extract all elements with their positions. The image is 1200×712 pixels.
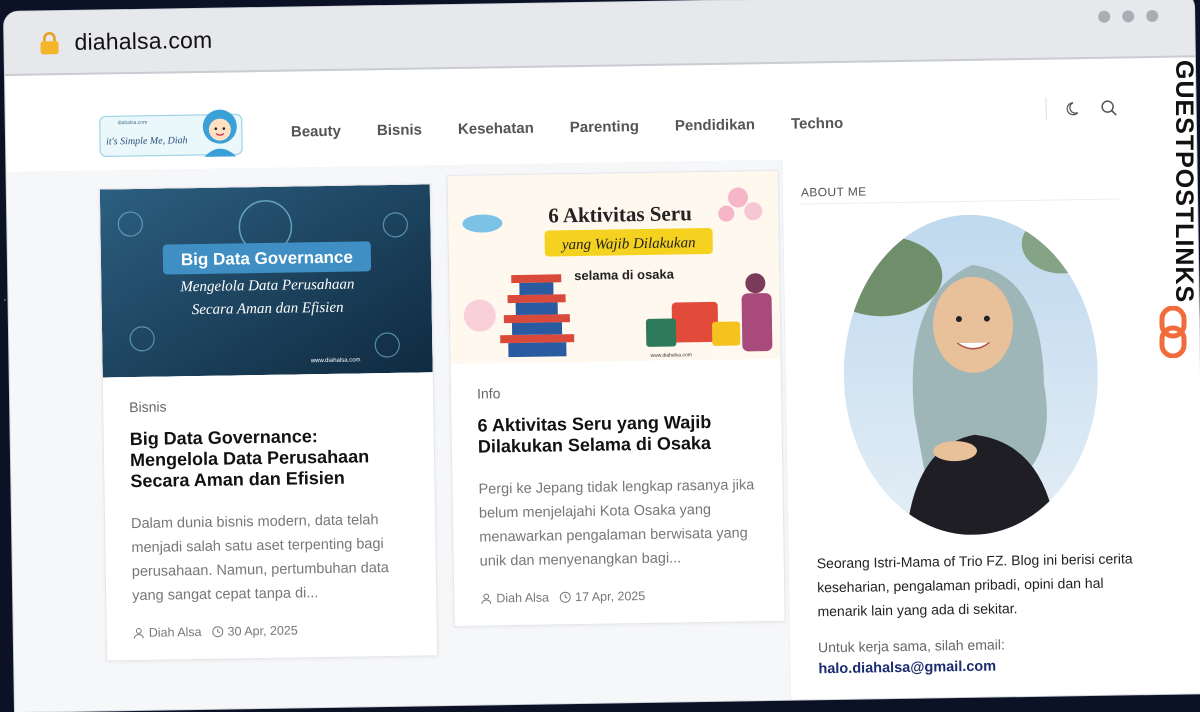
heading-divider <box>801 198 1122 205</box>
date-text: 30 Apr, 2025 <box>227 623 298 639</box>
page-content: diahalsa.com it's Simple Me, Diah Beauty… <box>5 57 1200 712</box>
link-chain-icon <box>1159 306 1187 358</box>
thumb-subtitle: Mengelola Data Perusahaan <box>179 277 354 296</box>
url-text[interactable]: diahalsa.com <box>74 27 212 56</box>
collab-text: Untuk kerja sama, silah email: <box>817 636 1005 656</box>
post-thumbnail[interactable]: Big Data Governance Mengelola Data Perus… <box>99 184 433 378</box>
thumb-line: yang Wajib Dilakukan <box>560 235 696 253</box>
logo-small-text: diahalsa.com <box>118 120 148 126</box>
window-dot[interactable] <box>1098 10 1111 23</box>
post-body: Info 6 Aktivitas Seru yang Wajib Dilakuk… <box>451 359 785 626</box>
nav-item-parenting[interactable]: Parenting <box>570 118 639 136</box>
lock-icon <box>40 32 59 55</box>
nav-item-beauty[interactable]: Beauty <box>291 123 341 141</box>
window-dot[interactable] <box>1146 9 1159 23</box>
post-title[interactable]: Big Data Governance: Mengelola Data Peru… <box>130 425 409 492</box>
author-bio: Seorang Istri-Mama of Trio FZ. Blog ini … <box>816 550 1133 620</box>
contact-email[interactable]: halo.diahalsa@gmail.com <box>818 658 996 677</box>
post-excerpt: Dalam dunia bisnis modern, data telah me… <box>130 512 390 605</box>
post-author[interactable]: Diah Alsa <box>480 591 549 606</box>
sidebar: ABOUT ME Seorang Istri-Mama of Trio FZ. … <box>781 153 1200 712</box>
author-name: Diah Alsa <box>148 624 202 640</box>
post-date: 17 Apr, 2025 <box>559 589 645 604</box>
post-date: 30 Apr, 2025 <box>211 623 298 639</box>
thumb-site: www.diahalsa.com <box>650 352 691 359</box>
author-name: Diah Alsa <box>496 590 550 606</box>
search-icon[interactable] <box>1101 99 1118 116</box>
window-dot[interactable] <box>1122 10 1135 23</box>
post-category[interactable]: Info <box>477 381 755 401</box>
post-thumbnail[interactable]: 6 Aktivitas Seru yang Wajib Dilakukan se… <box>447 170 781 365</box>
nav-item-pendidikan[interactable]: Pendidikan <box>675 116 755 134</box>
post-category[interactable]: Bisnis <box>129 395 407 415</box>
author-photo <box>841 212 1101 537</box>
thumb-title: Big Data Governance <box>181 248 353 270</box>
post-card[interactable]: 6 Aktivitas Seru yang Wajib Dilakukan se… <box>446 169 786 628</box>
post-meta: Diah Alsa 30 Apr, 2025 <box>133 622 411 640</box>
browser-window: diahalsa.com diahalsa.com it's Simple Me… <box>4 0 1200 712</box>
thumb-line: selama di osaka <box>574 266 675 283</box>
date-text: 17 Apr, 2025 <box>574 589 646 605</box>
thumb-subtitle: Secara Aman dan Efisien <box>192 300 344 318</box>
about-me-heading: ABOUT ME <box>800 184 867 200</box>
post-title[interactable]: 6 Aktivitas Seru yang Wajib Dilakukan Se… <box>477 411 756 457</box>
thumb-line: 6 Aktivitas Seru <box>548 201 692 227</box>
user-icon <box>481 593 492 605</box>
header-divider <box>1045 97 1047 120</box>
thumb-site: www.diahalsa.com <box>310 357 361 364</box>
clock-icon <box>559 591 571 603</box>
user-icon <box>133 628 144 639</box>
clock-icon <box>212 626 224 638</box>
window-controls <box>1098 9 1159 23</box>
post-card[interactable]: Big Data Governance Mengelola Data Perus… <box>98 183 439 662</box>
post-author[interactable]: Diah Alsa <box>133 625 202 640</box>
posts-area: Big Data Governance Mengelola Data Perus… <box>6 159 791 712</box>
nav-item-techno[interactable]: Techno <box>791 115 843 133</box>
logo-tagline: it's Simple Me, Diah <box>106 135 188 147</box>
moon-icon[interactable] <box>1066 100 1083 116</box>
site-logo[interactable]: diahalsa.com it's Simple Me, Diah <box>97 100 248 160</box>
header-tools <box>1045 97 1117 120</box>
nav-item-kesehatan[interactable]: Kesehatan <box>458 120 534 138</box>
watermark: GUESTPOSTLINKS <box>1158 60 1198 360</box>
main-nav: Beauty Bisnis Kesehatan Parenting Pendid… <box>291 115 844 141</box>
nav-item-bisnis[interactable]: Bisnis <box>377 121 422 139</box>
post-excerpt: Pergi ke Jepang tidak lengkap rasanya ji… <box>478 477 755 570</box>
post-body: Bisnis Big Data Governance: Mengelola Da… <box>103 372 437 660</box>
post-meta: Diah Alsa 17 Apr, 2025 <box>480 587 758 605</box>
watermark-text: GUESTPOSTLINKS <box>1170 60 1198 304</box>
